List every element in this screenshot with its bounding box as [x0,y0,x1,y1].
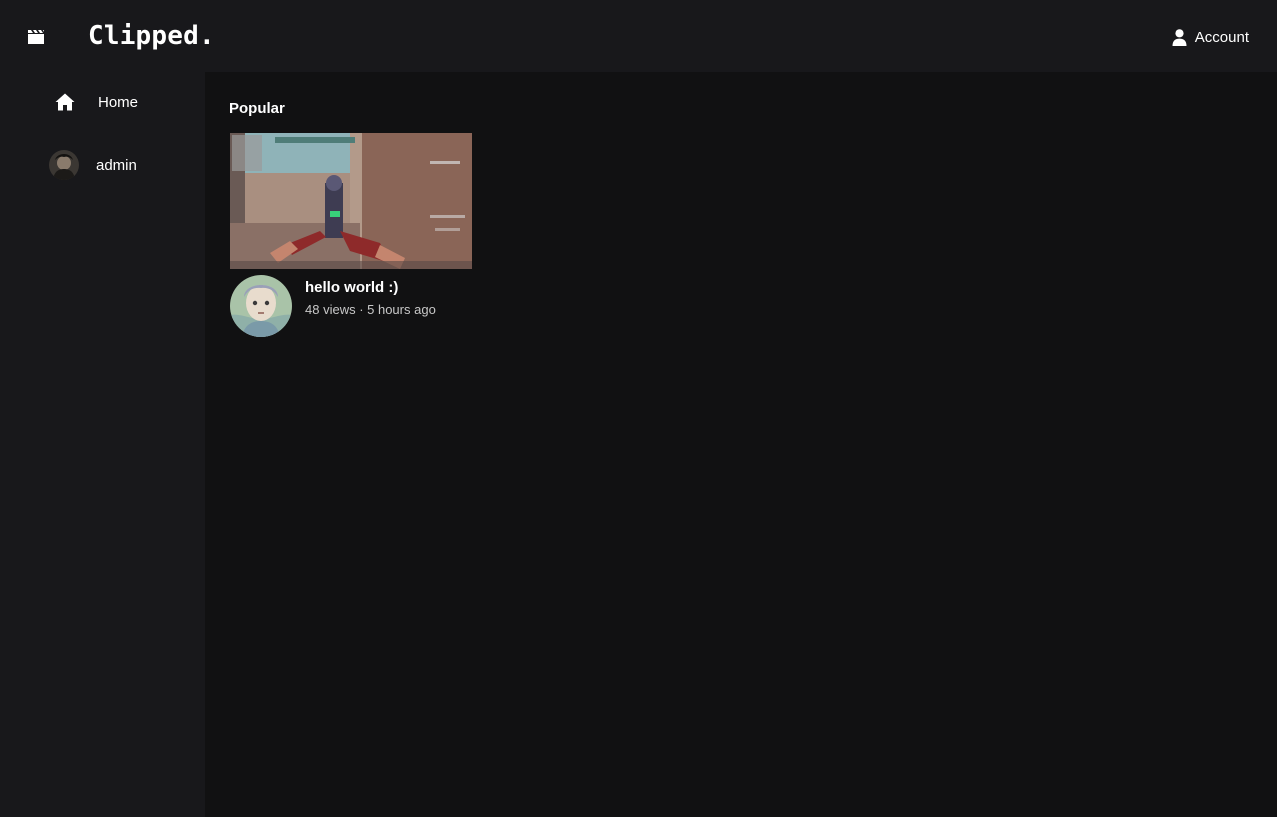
clapperboard-icon[interactable] [27,29,45,45]
video-thumbnail[interactable] [230,133,472,269]
sidebar-item-label: admin [96,156,137,174]
home-icon [55,93,75,111]
sidebar-item-admin[interactable]: admin [0,143,205,187]
user-icon [1172,28,1187,46]
main-content: Popular hello world:) 48 views · 5 hour… [205,72,1277,817]
account-label: Account [1194,28,1249,46]
channel-avatar[interactable] [230,275,292,337]
top-bar: Clipped. Account [0,0,1277,72]
video-title[interactable]: hello world :) [305,278,398,298]
video-card[interactable]: hello world :) 48 views · 5 hours ago [230,133,472,337]
video-meta: 48 views · 5 hours ago [305,302,436,317]
sidebar-item-label: Home [98,93,139,111]
app-title[interactable]: Clipped. [88,19,215,53]
section-title: Popular [229,100,285,117]
sidebar: Home admin [0,72,205,817]
sidebar-item-home[interactable]: Home [0,80,205,124]
avatar [49,150,79,180]
account-button[interactable]: Account [1172,26,1249,48]
